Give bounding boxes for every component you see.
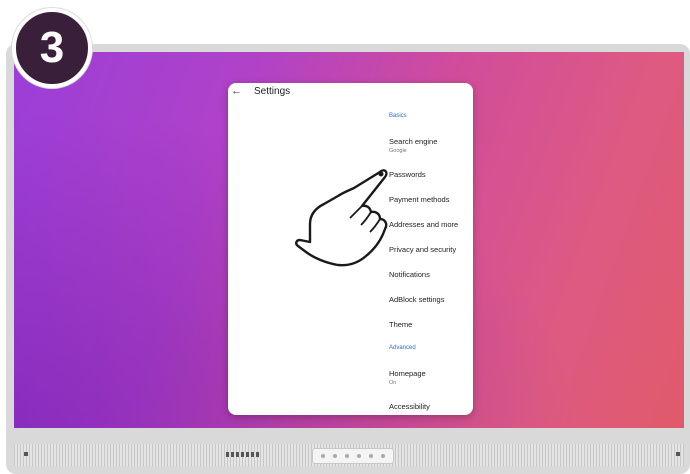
menu-item-label: Payment methods	[389, 195, 450, 204]
port-strip	[226, 452, 260, 457]
menu-item-label: AdBlock settings	[389, 295, 445, 304]
menu-item-payment-methods[interactable]: Payment methods	[389, 195, 449, 204]
menu-item-adblock[interactable]: AdBlock settings	[389, 295, 444, 304]
control-button[interactable]	[369, 454, 373, 458]
monitor-control-panel[interactable]	[312, 448, 394, 464]
menu-item-homepage[interactable]: Homepage On	[389, 369, 426, 386]
bezel-right-indicator	[676, 452, 680, 456]
bezel-left-indicator	[24, 452, 28, 456]
menu-item-addresses[interactable]: Addresses and more	[389, 220, 458, 229]
menu-item-label: Notifications	[389, 270, 430, 279]
menu-item-label: Privacy and security	[389, 245, 457, 254]
menu-item-value: On	[389, 380, 397, 386]
section-header-basics: Basics	[389, 113, 407, 119]
hand-pointer-icon	[295, 169, 388, 267]
control-button[interactable]	[345, 454, 349, 458]
menu-item-value: Google	[389, 148, 407, 154]
menu-item-theme[interactable]: Theme	[389, 320, 412, 329]
menu-item-label: Addresses and more	[389, 220, 459, 229]
menu-item-label: Accessibility	[389, 402, 430, 411]
menu-item-label: Passwords	[389, 170, 426, 179]
control-button[interactable]	[321, 454, 325, 458]
settings-title: Settings	[254, 86, 291, 97]
menu-item-accessibility[interactable]: Accessibility	[389, 402, 430, 411]
control-button[interactable]	[357, 454, 361, 458]
menu-item-label: Search engine	[389, 137, 438, 146]
arrow-left-icon[interactable]: ←	[231, 85, 242, 97]
menu-item-label: Theme	[389, 320, 413, 329]
settings-header: ← Settings	[228, 83, 473, 103]
menu-item-label: Homepage	[389, 369, 426, 378]
section-header-advanced: Advanced	[389, 345, 416, 351]
menu-item-privacy[interactable]: Privacy and security	[389, 245, 456, 254]
menu-item-passwords[interactable]: Passwords	[389, 170, 426, 179]
menu-item-notifications[interactable]: Notifications	[389, 270, 430, 279]
menu-item-search-engine[interactable]: Search engine Google	[389, 137, 437, 154]
control-button[interactable]	[333, 454, 337, 458]
control-button[interactable]	[381, 454, 385, 458]
step-number-badge: 3	[12, 8, 92, 88]
